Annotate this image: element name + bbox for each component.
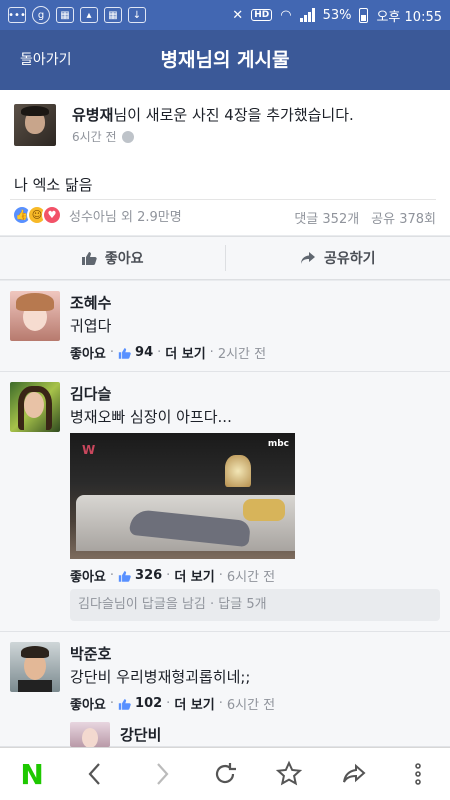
- commenter-avatar[interactable]: [10, 642, 60, 692]
- clock: 오후 10:55: [376, 9, 442, 25]
- battery-percent: 53%: [322, 7, 352, 23]
- comment-like-count[interactable]: 102: [135, 696, 162, 711]
- reactions-summary[interactable]: 👍 ☺ ♥ 성수아님 외 2.9만명: [12, 205, 182, 225]
- more-vertical-icon: [415, 763, 421, 785]
- post-time[interactable]: 6시간 전: [72, 128, 117, 145]
- comment-like-button[interactable]: 좋아요: [70, 343, 106, 362]
- commenter-name[interactable]: 조혜수: [70, 292, 111, 313]
- reply-avatar[interactable]: [70, 722, 110, 747]
- star-icon: [276, 760, 303, 786]
- hd-icon: HD: [251, 9, 273, 21]
- post-action-bar: 좋아요 공유하기: [0, 236, 450, 280]
- author-avatar[interactable]: [14, 104, 56, 146]
- comment-time: 6시간 전: [226, 698, 276, 713]
- commenter-avatar[interactable]: [10, 382, 60, 432]
- image-icon: ▴: [80, 7, 98, 23]
- thumbs-up-icon: [81, 252, 97, 265]
- share-label: 공유하기: [323, 251, 376, 267]
- photo-watermark: mbc: [267, 439, 289, 449]
- comment-photo[interactable]: W mbc: [70, 433, 295, 559]
- comment-more-button[interactable]: 더 보기: [174, 694, 214, 713]
- replies-summary[interactable]: 김다슬님이 답글을 남김 · 답글 5개: [70, 589, 440, 621]
- comment-like-count[interactable]: 326: [135, 568, 162, 583]
- comment-item: 박준호 강단비 우리병재형괴롭히네;; 좋아요 · 102 · 더 보기 · 6…: [0, 632, 450, 747]
- comment-time: 2시간 전: [217, 347, 267, 362]
- refresh-icon: [215, 763, 236, 784]
- comment-item: 김다슬 병재오빠 심장이 아프다... W mbc 좋아요 · 326 · 더 …: [0, 372, 450, 632]
- mini-like-icon: [118, 347, 131, 359]
- battery-icon: [359, 7, 369, 23]
- wifi-icon: ◠: [280, 7, 292, 23]
- comment-meta: 좋아요 · 102 · 더 보기 · 6시간 전: [70, 694, 276, 713]
- post-headline: 유병재님이 새로운 사진 4장을 추가했습니다.: [72, 104, 354, 125]
- browser-bottom-nav: N: [0, 747, 450, 800]
- mute-icon: ✕: [232, 7, 244, 23]
- chevron-left-icon: [88, 763, 101, 785]
- naver-home-button[interactable]: N: [12, 754, 52, 794]
- chat-icon: •••: [8, 7, 26, 23]
- commenter-name[interactable]: 김다슬: [70, 383, 111, 404]
- calendar-alt-icon: ▦: [104, 7, 122, 23]
- post-stats: 댓글 352개 공유 378회: [294, 208, 436, 227]
- comment-meta: 좋아요 · 326 · 더 보기 · 6시간 전: [70, 566, 276, 585]
- shares-count[interactable]: 공유 378회: [371, 208, 436, 227]
- comment-text: 강단비 우리병재형괴롭히네;;: [70, 668, 251, 686]
- naver-logo-icon: N: [20, 757, 44, 791]
- globe-icon: [121, 130, 134, 143]
- comment-meta: 좋아요 · 94 · 더 보기 · 2시간 전: [70, 343, 267, 362]
- photo-mark: W: [82, 443, 96, 457]
- system-icons: ✕ HD ◠ 53% 오후 10:55: [232, 6, 442, 25]
- reactions-text: 성수아님 외 2.9만명: [69, 209, 182, 225]
- like-label: 좋아요: [104, 251, 144, 267]
- g-icon: g: [32, 6, 50, 24]
- comments-count[interactable]: 댓글 352개: [294, 208, 359, 227]
- share-arrow-icon: [342, 763, 366, 783]
- download-icon: ↓: [128, 7, 146, 23]
- post-text: 나 엑소 닮음: [14, 176, 93, 194]
- back-nav-button[interactable]: [76, 754, 116, 794]
- bookmark-button[interactable]: [269, 754, 309, 794]
- share-page-button[interactable]: [334, 754, 374, 794]
- author-name[interactable]: 유병재: [72, 106, 113, 124]
- mini-like-icon: [118, 570, 131, 582]
- commenter-avatar[interactable]: [10, 291, 60, 341]
- back-button[interactable]: 돌아가기: [20, 30, 72, 90]
- comment-text: 병재오빠 심장이 아프다...: [70, 408, 232, 426]
- comment-text: 귀엽다: [70, 317, 112, 335]
- photo-lamp: [225, 455, 251, 487]
- forward-nav-button[interactable]: [141, 754, 181, 794]
- mini-like-icon: [118, 698, 131, 710]
- photo-pillow: [243, 499, 285, 521]
- comment-more-button[interactable]: 더 보기: [165, 343, 205, 362]
- notification-icons: ••• g ▦ ▴ ▦ ↓: [8, 6, 146, 24]
- more-menu-button[interactable]: [398, 754, 438, 794]
- post-time-row: 6시간 전: [72, 128, 134, 145]
- divider: [10, 199, 436, 200]
- share-arrow-icon: [300, 252, 315, 264]
- share-button[interactable]: 공유하기: [224, 245, 450, 271]
- comment-like-button[interactable]: 좋아요: [70, 566, 106, 585]
- chevron-right-icon: [156, 763, 169, 785]
- post-card: 유병재님이 새로운 사진 4장을 추가했습니다. 6시간 전 나 엑소 닮음 👍…: [0, 90, 450, 235]
- comment-item: 조혜수 귀엽다 좋아요 · 94 · 더 보기 · 2시간 전: [0, 281, 450, 372]
- post-action-text: 님이 새로운 사진 4장을 추가했습니다.: [113, 106, 354, 124]
- refresh-button[interactable]: [205, 754, 245, 794]
- like-button[interactable]: 좋아요: [0, 237, 225, 279]
- status-bar: ••• g ▦ ▴ ▦ ↓ ✕ HD ◠ 53% 오후 10:55: [0, 0, 450, 30]
- commenter-name[interactable]: 박준호: [70, 643, 111, 664]
- calendar-icon: ▦: [56, 7, 74, 23]
- app-header: 돌아가기 병재님의 게시물: [0, 30, 450, 90]
- comment-more-button[interactable]: 더 보기: [174, 566, 214, 585]
- love-reaction-icon: ♥: [42, 205, 62, 225]
- comment-like-count[interactable]: 94: [135, 345, 153, 360]
- comment-like-button[interactable]: 좋아요: [70, 694, 106, 713]
- signal-icon: [299, 8, 315, 22]
- comment-time: 6시간 전: [226, 570, 276, 585]
- reply-author-name[interactable]: 강단비: [120, 724, 161, 745]
